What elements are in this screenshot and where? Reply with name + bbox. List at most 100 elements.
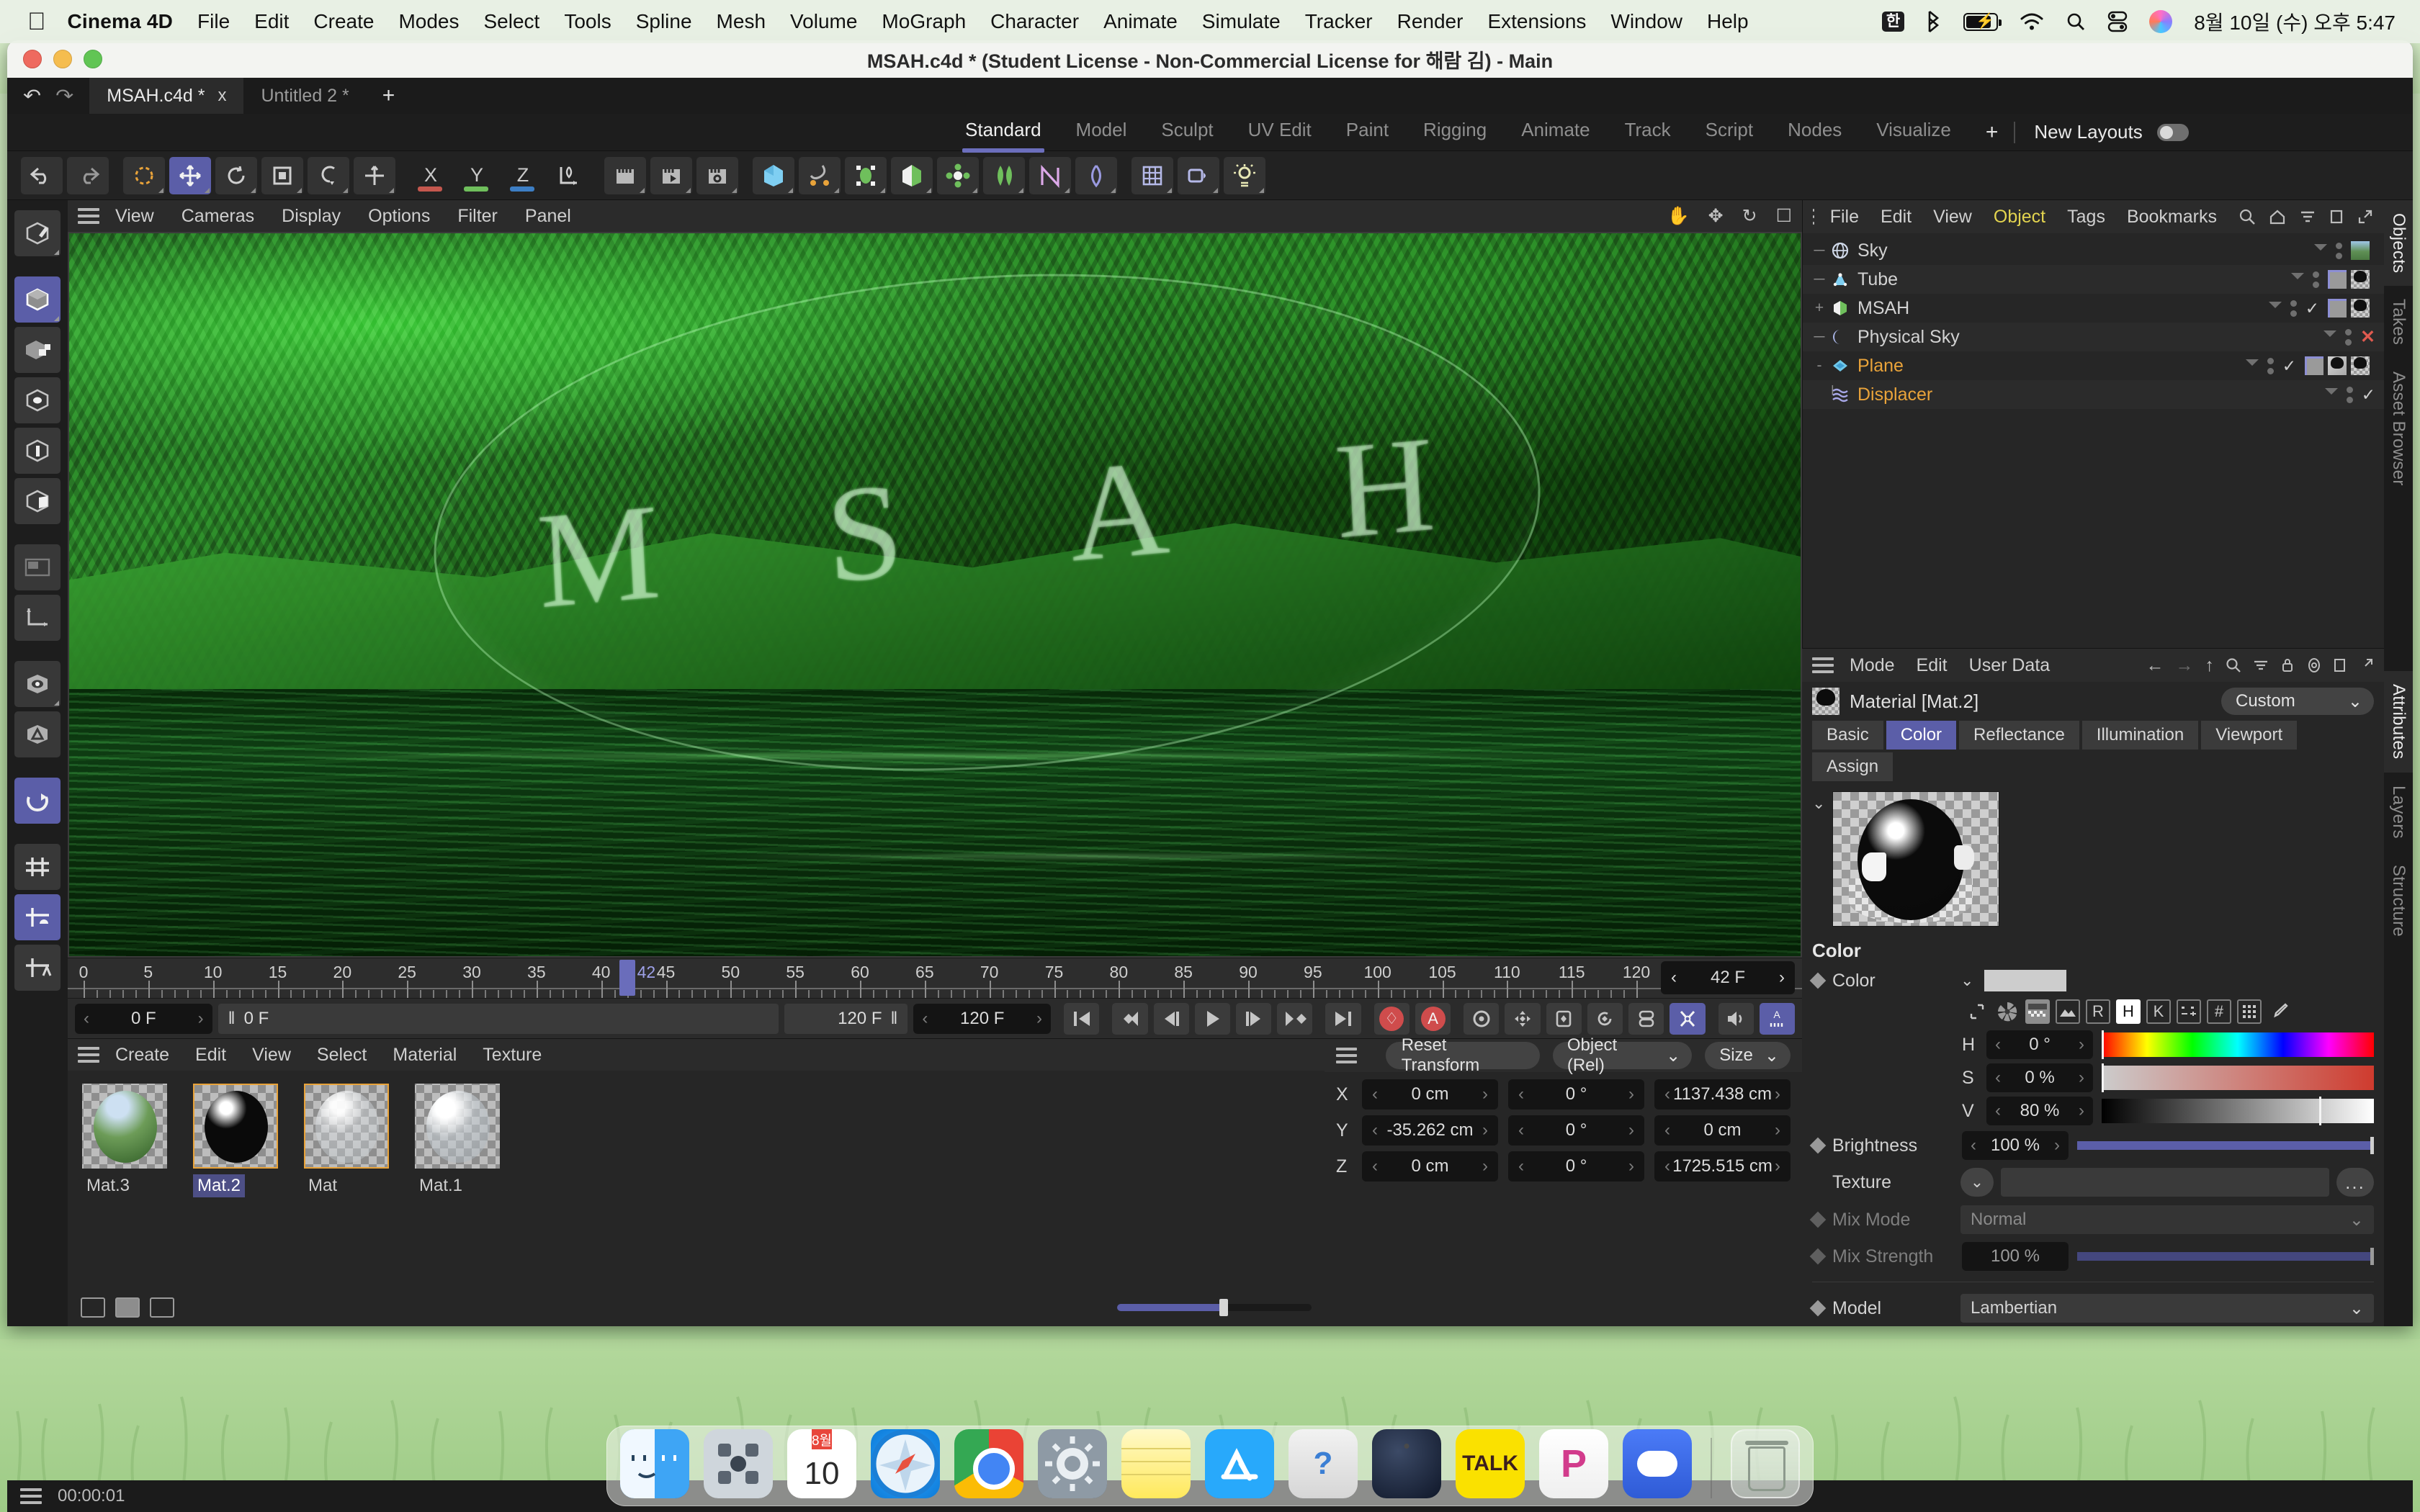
active-app-name[interactable]: Cinema 4D <box>68 10 174 33</box>
move-tool-button[interactable] <box>169 156 211 194</box>
rotation-key-button[interactable] <box>1587 1002 1623 1035</box>
chevron-left-icon[interactable]: ‹ <box>1664 1084 1670 1104</box>
hamburger-icon[interactable] <box>1812 657 1834 673</box>
layout-tab-script[interactable]: Script <box>1706 119 1753 145</box>
tab-illumination[interactable]: Illumination <box>2081 721 2199 750</box>
material-menu-view[interactable]: View <box>252 1045 291 1066</box>
menubar-item-tracker[interactable]: Tracker <box>1305 10 1373 33</box>
chevron-left-icon[interactable]: ‹ <box>1372 1120 1378 1140</box>
object-menu-edit[interactable]: Edit <box>1881 207 1912 228</box>
forward-arrow-icon[interactable]: → <box>2176 655 2194 676</box>
object-tags[interactable] <box>2328 270 2375 289</box>
chevron-left-icon[interactable]: ‹ <box>1995 1101 2001 1121</box>
chevron-down-icon[interactable]: ⌄ <box>1960 971 1973 990</box>
chevron-left-icon[interactable]: ‹ <box>922 1009 928 1029</box>
material-label[interactable]: Mat.3 <box>82 1174 134 1197</box>
object-visible-check-icon[interactable]: ✓ <box>2362 385 2375 405</box>
menubar-item-modes[interactable]: Modes <box>398 10 459 33</box>
animation-start-field[interactable]: ‹ 0 F › <box>75 1003 212 1034</box>
texture-tag-icon[interactable] <box>2351 299 2370 318</box>
mix-mode-dropdown[interactable]: Normal ⌄ <box>1960 1205 2374 1234</box>
autokeying-button[interactable]: A <box>1415 1002 1451 1035</box>
chevron-left-icon[interactable]: ‹ <box>1671 968 1677 988</box>
object-row-physical-sky[interactable]: ─ Physical Sky ✕ <box>1803 323 2384 351</box>
camera-button[interactable] <box>1178 156 1219 194</box>
object-row-displacer[interactable]: └ Displacer ✓ <box>1803 380 2384 409</box>
dock-item-kakaotalk[interactable]: TALK <box>1456 1429 1525 1498</box>
redo-icon[interactable]: ↷ <box>55 85 73 107</box>
chevron-right-icon[interactable]: › <box>2079 1101 2084 1121</box>
object-row-msah[interactable]: + MSAH ✓ <box>1803 294 2384 323</box>
material-menu-select[interactable]: Select <box>317 1045 367 1066</box>
tab-assign[interactable]: Assign <box>1812 752 1894 781</box>
chevron-right-icon[interactable]: › <box>1036 1009 1042 1029</box>
layout-tab-model[interactable]: Model <box>1076 119 1127 145</box>
input-source-korean-icon[interactable]: 한 <box>1881 11 1905 32</box>
wifi-icon[interactable] <box>2020 12 2044 31</box>
object-tags[interactable] <box>2328 299 2375 318</box>
edge-mode-icon[interactable] <box>14 428 60 474</box>
macos-dock[interactable]: 8월 10 ? TALK P <box>606 1426 1814 1506</box>
size-y-field[interactable]: ‹ 0 cm › <box>1654 1115 1791 1146</box>
workplane-snap-icon[interactable] <box>14 894 60 940</box>
material-menu-material[interactable]: Material <box>393 1045 457 1066</box>
material-label[interactable]: Mat.2 <box>193 1174 246 1197</box>
preset-dropdown[interactable]: Custom ⌄ <box>2221 688 2374 715</box>
color-gradient-icon[interactable] <box>2025 999 2050 1024</box>
menubar-item-mograph[interactable]: MoGraph <box>882 10 966 33</box>
menubar-item-spline[interactable]: Spline <box>636 10 692 33</box>
brightness-slider[interactable] <box>2077 1137 2374 1154</box>
render-view-button[interactable] <box>604 156 646 194</box>
detach-icon[interactable] <box>2334 657 2347 673</box>
maximize-view-icon[interactable]: ☐ <box>1776 205 1792 227</box>
object-row-controls[interactable]: ✓ <box>2245 356 2384 376</box>
deformer-button[interactable] <box>891 156 933 194</box>
tab-color[interactable]: Color <box>1886 721 1957 750</box>
menubar-item-select[interactable]: Select <box>484 10 540 33</box>
next-key-button[interactable] <box>1277 1002 1313 1035</box>
layout-tab-visualize[interactable]: Visualize <box>1876 119 1951 145</box>
go-to-start-button[interactable] <box>1064 1002 1100 1035</box>
rotation-b-field[interactable]: ‹ 0 ° › <box>1508 1151 1644 1182</box>
material-label[interactable]: Mat.1 <box>415 1174 467 1197</box>
layout-tab-animate[interactable]: Animate <box>1521 119 1590 145</box>
color-image-icon[interactable] <box>2056 999 2080 1024</box>
layout-tab-sculpt[interactable]: Sculpt <box>1161 119 1213 145</box>
list-view-icon[interactable] <box>81 1297 105 1318</box>
new-layouts-toggle[interactable] <box>2156 123 2189 141</box>
dock-item-safari[interactable] <box>871 1429 940 1498</box>
color-swatch-group[interactable]: ⌄ <box>1960 969 2068 992</box>
texture-tag-icon[interactable] <box>2351 356 2370 375</box>
rotate-view-icon[interactable]: ↻ <box>1742 205 1757 227</box>
phong-tag-icon[interactable] <box>2328 270 2347 289</box>
visibility-dots[interactable] <box>2267 357 2274 374</box>
dock-item-notes[interactable] <box>1121 1429 1191 1498</box>
material-item-mat3[interactable]: Mat.3 <box>82 1084 174 1197</box>
cube-primitive-button[interactable] <box>753 156 794 194</box>
sky-texture-tag-icon[interactable] <box>2351 241 2370 260</box>
color-hsv-button[interactable]: H <box>2116 999 2141 1024</box>
home-icon[interactable] <box>2269 208 2286 225</box>
dock-item-potplayer[interactable]: P <box>1539 1429 1608 1498</box>
snapping-button[interactable] <box>308 156 349 194</box>
search-icon[interactable] <box>2226 657 2241 673</box>
mograph-effector-button[interactable] <box>1029 156 1071 194</box>
menubar-item-create[interactable]: Create <box>313 10 374 33</box>
mix-strength-slider[interactable] <box>2077 1248 2374 1265</box>
dock-item-app-store[interactable] <box>1205 1429 1274 1498</box>
undo-button[interactable] <box>21 156 63 194</box>
hamburger-icon[interactable] <box>78 208 99 224</box>
workplane-auto-icon[interactable] <box>14 945 60 991</box>
chevron-left-icon[interactable]: ‹ <box>1518 1084 1524 1104</box>
color-numpad-button[interactable] <box>2237 999 2262 1024</box>
render-settings-button[interactable] <box>696 156 738 194</box>
side-tab-asset-browser[interactable]: Asset Browser <box>2384 359 2413 499</box>
mograph-button[interactable] <box>937 156 979 194</box>
menubar-item-extensions[interactable]: Extensions <box>1487 10 1586 33</box>
keyframe-diamond-icon[interactable] <box>1809 1300 1827 1317</box>
color-wheel-icon[interactable] <box>1995 999 2020 1024</box>
redo-button[interactable] <box>67 156 109 194</box>
siri-icon[interactable] <box>2149 10 2173 33</box>
layout-tab-track[interactable]: Track <box>1625 119 1671 145</box>
dock-item-finder[interactable] <box>620 1429 689 1498</box>
